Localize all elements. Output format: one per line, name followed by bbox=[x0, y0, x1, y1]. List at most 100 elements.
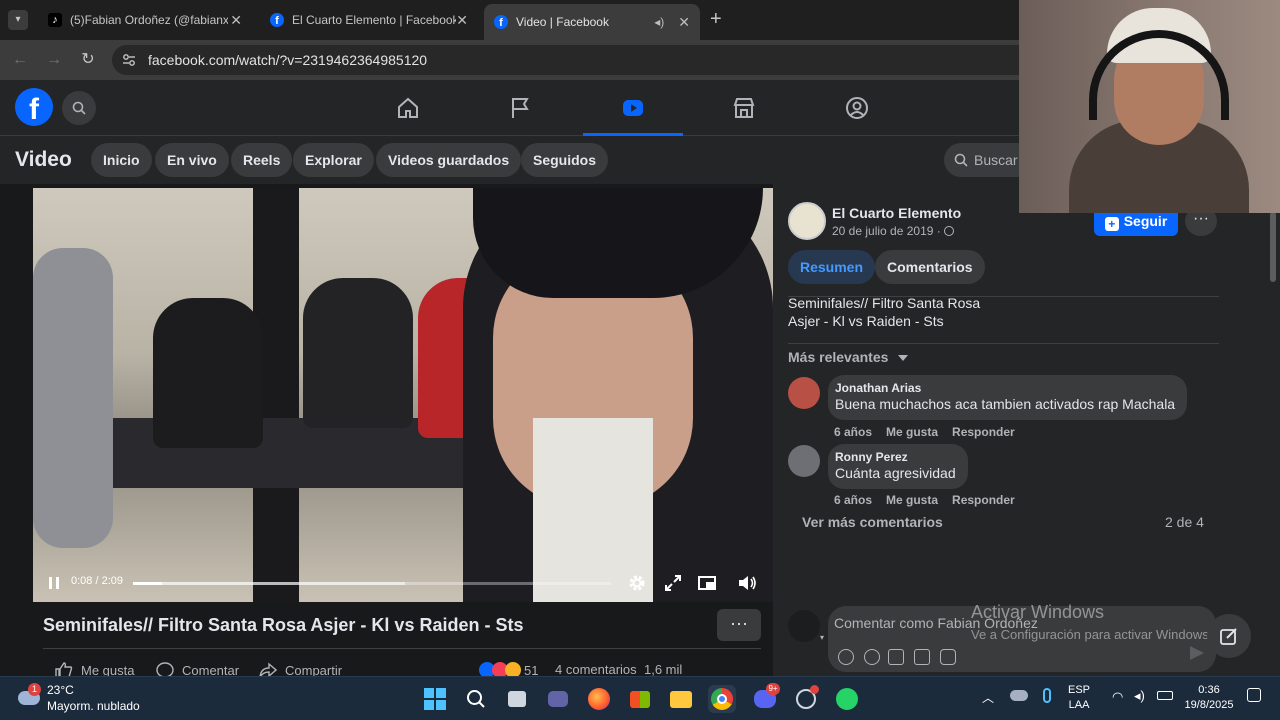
activation-watermark-text: Ve a Configuración para activar Windows. bbox=[971, 627, 1213, 642]
comment-age[interactable]: 6 años bbox=[834, 493, 872, 507]
chevron-down-icon: ▾ bbox=[819, 633, 824, 642]
pill-en-vivo[interactable]: En vivo bbox=[155, 143, 229, 177]
video-more-button[interactable]: ··· bbox=[717, 609, 761, 641]
microphone-icon[interactable] bbox=[1043, 688, 1051, 703]
site-info-icon[interactable] bbox=[122, 53, 136, 67]
tab-search-button[interactable]: ▾ bbox=[8, 10, 28, 30]
send-icon[interactable] bbox=[1190, 646, 1204, 660]
new-message-button[interactable] bbox=[1207, 614, 1251, 658]
page-scrollbar[interactable] bbox=[1267, 184, 1280, 676]
comment-avatar[interactable] bbox=[788, 445, 820, 477]
close-tab-icon[interactable]: ✕ bbox=[678, 14, 690, 31]
store-icon[interactable] bbox=[626, 685, 654, 713]
comment-like-button[interactable]: Me gusta bbox=[886, 493, 938, 507]
forward-icon[interactable]: → bbox=[44, 50, 64, 70]
gif-icon[interactable] bbox=[914, 649, 930, 665]
comment-age[interactable]: 6 años bbox=[834, 425, 872, 439]
clock[interactable]: 0:36 19/8/2025 bbox=[1184, 684, 1234, 711]
search-button[interactable] bbox=[62, 91, 96, 125]
close-tab-icon[interactable]: ✕ bbox=[456, 12, 468, 29]
pill-videos-guardados[interactable]: Videos guardados bbox=[376, 143, 522, 177]
pill-reels[interactable]: Reels bbox=[231, 143, 293, 177]
tab-summary[interactable]: Resumen bbox=[788, 250, 876, 284]
scroll-thumb[interactable] bbox=[1270, 212, 1276, 282]
comment-like-button[interactable]: Me gusta bbox=[886, 425, 938, 439]
language-indicator[interactable]: ESP LAA bbox=[1068, 684, 1090, 711]
video-frame-person bbox=[303, 278, 413, 428]
volume-icon[interactable]: ◂) bbox=[1134, 688, 1145, 704]
marketplace-icon bbox=[733, 98, 755, 118]
edit-icon bbox=[1220, 628, 1237, 645]
language-line: LAA bbox=[1068, 699, 1090, 711]
page-name[interactable]: El Cuarto Elemento bbox=[832, 205, 961, 221]
weather-temperature: 23°C bbox=[47, 683, 74, 697]
nav-groups[interactable] bbox=[807, 80, 907, 136]
sticker-icon[interactable] bbox=[940, 649, 956, 665]
fullscreen-icon[interactable] bbox=[662, 572, 684, 594]
meet-icon[interactable] bbox=[544, 685, 572, 713]
tab-comments[interactable]: Comentarios bbox=[875, 250, 985, 284]
comments-count[interactable]: 4 comentarios bbox=[555, 662, 637, 677]
comment-author[interactable]: Jonathan Arias bbox=[835, 381, 1175, 395]
url-text[interactable]: facebook.com/watch/?v=2319462364985120 bbox=[148, 52, 427, 68]
settings-icon[interactable] bbox=[626, 572, 648, 594]
comment-sort-dropdown[interactable]: Más relevantes bbox=[788, 349, 909, 365]
notifications-icon[interactable] bbox=[1247, 688, 1261, 702]
comment-reply-button[interactable]: Responder bbox=[952, 425, 1015, 439]
pill-explorar[interactable]: Explorar bbox=[293, 143, 374, 177]
comment-author[interactable]: Ronny Perez bbox=[835, 450, 956, 464]
app-icon[interactable] bbox=[792, 685, 820, 713]
avatar-sticker-icon[interactable] bbox=[838, 649, 854, 665]
battery-icon[interactable] bbox=[1157, 691, 1173, 700]
new-tab-button[interactable]: + bbox=[710, 8, 722, 31]
browser-tab-tiktok[interactable]: ♪ (5)Fabian Ordoñez (@fabianxp8 ✕ bbox=[38, 4, 252, 36]
back-icon[interactable]: ← bbox=[10, 50, 30, 70]
file-explorer-icon[interactable] bbox=[667, 685, 695, 713]
pill-seguidos[interactable]: Seguidos bbox=[521, 143, 609, 177]
view-more-comments-button[interactable]: Ver más comentarios bbox=[802, 514, 943, 530]
my-avatar[interactable]: ▾ bbox=[788, 610, 824, 642]
camera-icon[interactable] bbox=[888, 649, 904, 665]
facebook-logo[interactable]: f bbox=[15, 88, 53, 126]
clock-date: 19/8/2025 bbox=[1184, 699, 1234, 711]
start-button[interactable] bbox=[421, 685, 449, 713]
video-time: 0:08 / 2:09 bbox=[71, 575, 123, 587]
taskbar-search[interactable] bbox=[462, 685, 490, 713]
nav-marketplace[interactable] bbox=[694, 80, 794, 136]
volume-icon[interactable] bbox=[736, 572, 758, 594]
close-tab-icon[interactable]: ✕ bbox=[230, 12, 242, 29]
speaker-icon[interactable]: ◂) bbox=[654, 15, 664, 29]
comment-reply-button[interactable]: Responder bbox=[952, 493, 1015, 507]
pause-icon[interactable] bbox=[43, 572, 65, 594]
whatsapp-icon[interactable] bbox=[833, 685, 861, 713]
progress-buffered bbox=[133, 582, 406, 585]
reload-icon[interactable]: ↻ bbox=[78, 50, 98, 70]
firefox-icon[interactable] bbox=[585, 685, 613, 713]
picture-in-picture-icon[interactable] bbox=[696, 572, 718, 594]
video-player[interactable]: 0:08 / 2:09 bbox=[33, 188, 773, 602]
wifi-icon[interactable]: ◠ bbox=[1112, 689, 1123, 705]
video-frame-person bbox=[153, 298, 263, 448]
browser-tab-page[interactable]: f El Cuarto Elemento | Facebook ✕ bbox=[260, 4, 478, 36]
nav-video[interactable] bbox=[583, 80, 683, 136]
nav-home[interactable] bbox=[358, 80, 458, 136]
facebook-icon: f bbox=[270, 13, 284, 27]
browser-tab-video[interactable]: f Video | Facebook ◂) ✕ bbox=[484, 4, 700, 40]
divider bbox=[43, 648, 761, 649]
address-bar[interactable]: facebook.com/watch/?v=2319462364985120 bbox=[112, 45, 1112, 75]
show-hidden-icons[interactable]: ︿ bbox=[982, 689, 994, 706]
chrome-icon[interactable] bbox=[708, 685, 736, 713]
task-view-icon[interactable] bbox=[503, 685, 531, 713]
nav-pages[interactable] bbox=[470, 80, 570, 136]
progress-bar[interactable] bbox=[133, 582, 611, 585]
tiktok-icon: ♪ bbox=[48, 13, 62, 27]
divider bbox=[788, 343, 1219, 344]
pill-inicio[interactable]: Inicio bbox=[91, 143, 152, 177]
discord-icon[interactable]: 9+ bbox=[751, 683, 780, 713]
emoji-icon[interactable] bbox=[864, 649, 880, 665]
video-frame-person bbox=[33, 248, 113, 548]
clock-time: 0:36 bbox=[1198, 684, 1220, 696]
comment-avatar[interactable] bbox=[788, 377, 820, 409]
onedrive-icon[interactable] bbox=[1010, 690, 1028, 701]
page-avatar[interactable] bbox=[788, 202, 826, 240]
